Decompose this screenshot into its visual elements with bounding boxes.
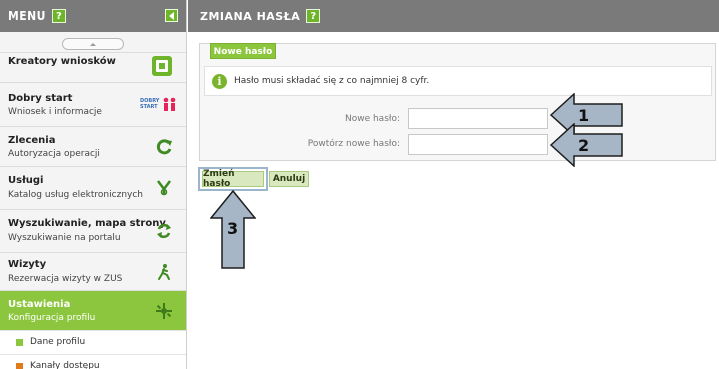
sidebar-item-subtitle: Wniosek i informacje xyxy=(8,107,102,117)
sidebar-item-dobry-start[interactable]: Dobry start Wniosek i informacje DOBRY S… xyxy=(0,82,186,126)
sidebar-item-title: Dobry start xyxy=(8,93,73,104)
sidebar-subitem-label: Kanały dostępu xyxy=(30,361,100,369)
sidebar-item-zlecenia[interactable]: Zlecenia Autoryzacja operacji xyxy=(0,126,186,166)
form-icon xyxy=(151,55,173,81)
sidebar-subitem-kanaly-dostepu[interactable]: Kanały dostępu xyxy=(0,354,186,369)
main-header: ZMIANA HASŁA ? xyxy=(188,0,719,32)
tools-icon xyxy=(155,178,173,200)
annotation-arrow-2: 2 xyxy=(550,123,623,167)
sidebar-item-kreatory[interactable]: Kreatory wniosków xyxy=(0,52,186,82)
change-password-button[interactable]: Zmień hasło xyxy=(202,169,264,189)
square-bullet-icon xyxy=(16,339,23,346)
sidebar-item-title: Zlecenia xyxy=(8,135,56,146)
sidebar-item-wizyty[interactable]: Wizyty Rezerwacja wizyty w ZUS xyxy=(0,252,186,290)
search-refresh-icon xyxy=(155,222,173,244)
annotation-label: 2 xyxy=(578,136,589,155)
collapse-sidebar-icon[interactable] xyxy=(165,9,178,22)
sidebar-item-subtitle: Wyszukiwanie na portalu xyxy=(8,233,121,243)
sidebar-item-wyszukiwanie[interactable]: Wyszukiwanie, mapa strony Wyszukiwanie n… xyxy=(0,209,186,252)
repeat-password-label: Powtórz nowe hasło: xyxy=(307,139,400,149)
new-password-label: Nowe hasło: xyxy=(344,114,400,124)
refresh-icon xyxy=(155,138,173,160)
info-message: i Hasło musi składać się z co najmniej 8… xyxy=(204,66,712,96)
sidebar-item-uslugi[interactable]: Usługi Katalog usług elektronicznych xyxy=(0,166,186,209)
page-title: ZMIANA HASŁA xyxy=(200,9,301,23)
sidebar-item-title: Usługi xyxy=(8,175,44,186)
new-password-input[interactable] xyxy=(408,108,548,129)
settings-icon xyxy=(155,302,173,324)
sidebar-item-subtitle: Konfiguracja profilu xyxy=(8,313,96,323)
sidebar-item-title: Kreatory wniosków xyxy=(8,56,116,67)
dobry-start-logo-icon: DOBRY START xyxy=(139,95,179,119)
sidebar-item-subtitle: Rezerwacja wizyty w ZUS xyxy=(8,274,123,284)
new-password-panel: Nowe hasło i Hasło musi składać się z co… xyxy=(199,43,716,161)
help-icon[interactable]: ? xyxy=(306,9,321,23)
svg-text:START: START xyxy=(140,104,158,110)
sidebar-item-title: Ustawienia xyxy=(8,299,71,310)
info-text: Hasło musi składać się z co najmniej 8 c… xyxy=(234,76,430,86)
sidebar-item-subtitle: Autoryzacja operacji xyxy=(8,149,100,159)
sidebar-header: MENU ? xyxy=(0,0,186,32)
sidebar-item-ustawienia[interactable]: Ustawienia Konfiguracja profilu xyxy=(0,290,186,330)
annotation-arrow-3: 3 xyxy=(210,190,256,269)
info-icon: i xyxy=(212,74,227,89)
square-bullet-icon xyxy=(16,363,23,369)
repeat-password-input[interactable] xyxy=(408,134,548,155)
tab-new-password: Nowe hasło xyxy=(210,43,276,59)
sidebar-item-title: Wyszukiwanie, mapa strony xyxy=(8,218,166,229)
sidebar-subitem-dane-profilu[interactable]: Dane profilu xyxy=(0,330,186,354)
sidebar-subitem-label: Dane profilu xyxy=(30,337,86,347)
annotation-label: 3 xyxy=(227,219,238,238)
help-icon[interactable]: ? xyxy=(51,9,66,23)
scroll-up-button[interactable] xyxy=(62,38,124,50)
cancel-button[interactable]: Anuluj xyxy=(269,171,309,187)
sidebar-item-subtitle: Katalog usług elektronicznych xyxy=(8,190,143,200)
sidebar-item-title: Wizyty xyxy=(8,259,47,270)
sidebar-title: MENU xyxy=(8,9,46,23)
sidebar: MENU ? Kreatory wniosków Dobry start Wni… xyxy=(0,0,187,369)
walking-person-icon xyxy=(155,263,173,285)
